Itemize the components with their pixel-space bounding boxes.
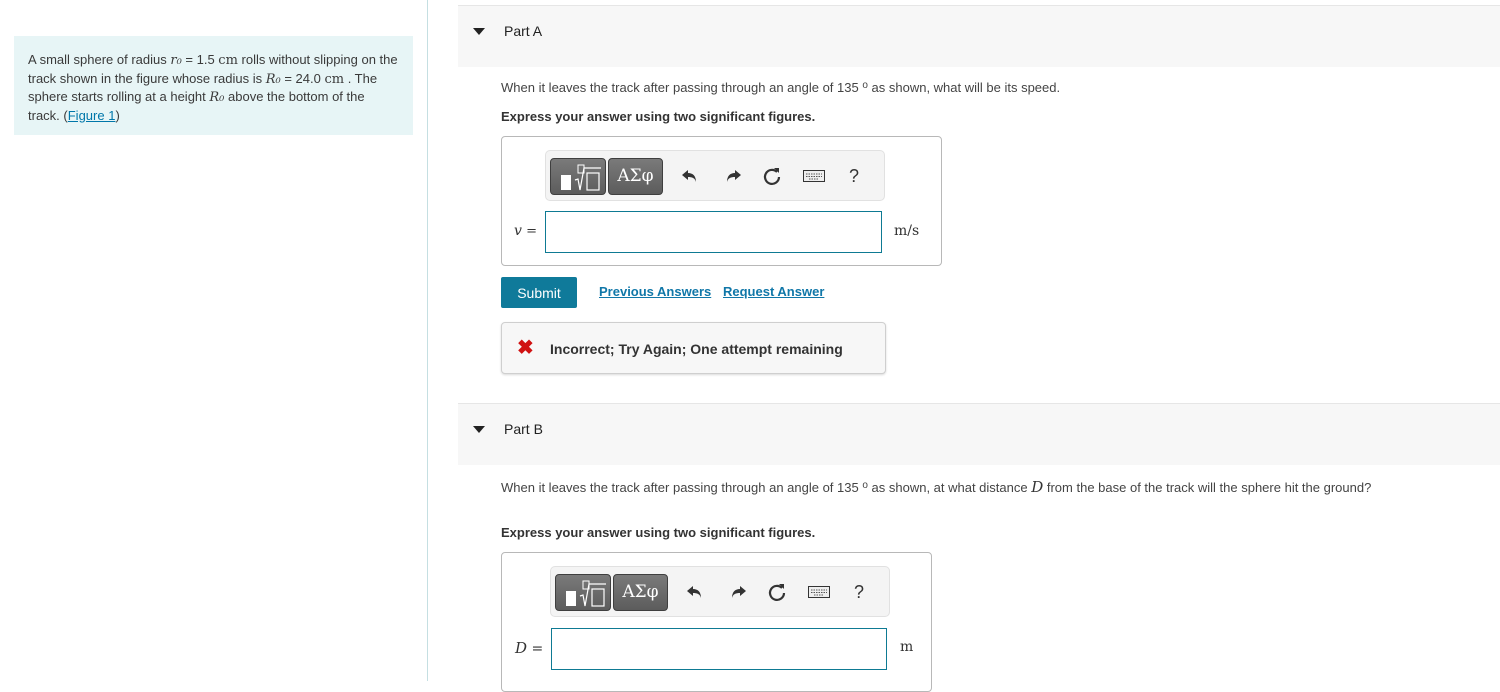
undo-icon[interactable] <box>678 164 702 188</box>
part-a-answer-box: ΑΣφ ? v = m/s <box>501 136 942 266</box>
variable-label: v = <box>514 223 537 239</box>
reset-icon[interactable] <box>760 164 784 188</box>
templates-icon <box>566 580 606 607</box>
part-b-header[interactable]: Part B <box>458 403 1500 465</box>
intro-text: A small sphere of radius <box>28 52 171 67</box>
part-b-answer-box: ΑΣφ ? D = m <box>501 552 932 692</box>
help-button[interactable]: ? <box>842 164 866 188</box>
collapse-caret-icon[interactable] <box>473 426 485 433</box>
distance-answer-input[interactable] <box>551 628 887 670</box>
submit-button[interactable]: Submit <box>501 277 577 308</box>
question-text: When it leaves the track after passing t… <box>501 80 863 95</box>
reset-icon[interactable] <box>765 580 789 604</box>
undo-icon[interactable] <box>683 580 707 604</box>
variable-symbol: v <box>514 223 522 239</box>
templates-icon <box>561 164 601 191</box>
R0-symbol: R₀ <box>265 71 281 87</box>
speed-answer-input[interactable] <box>545 211 882 253</box>
intro-text: = 24.0 <box>280 70 325 86</box>
redo-icon[interactable] <box>726 580 750 604</box>
intro-text: ) <box>115 107 120 123</box>
incorrect-x-icon: ✖ <box>517 337 534 359</box>
variable-label: D = <box>515 639 543 657</box>
left-column: A small sphere of radius r₀ = 1.5 cm rol… <box>0 0 428 681</box>
variable-symbol: D <box>515 639 528 657</box>
part-b-title: Part B <box>504 421 543 437</box>
part-b-instruction: Express your answer using two significan… <box>501 525 816 540</box>
feedback-message-box: ✖ Incorrect; Try Again; One attempt rema… <box>501 322 886 374</box>
intro-text: = 1.5 <box>181 52 219 67</box>
figure-link[interactable]: Figure 1 <box>68 108 116 123</box>
equals-sign: = <box>526 224 537 239</box>
variable-d: D <box>1031 478 1044 496</box>
question-text: as shown, what will be its speed. <box>867 80 1061 95</box>
greek-symbols-button[interactable]: ΑΣφ <box>608 158 663 195</box>
templates-button[interactable] <box>550 158 606 195</box>
greek-symbols-button[interactable]: ΑΣφ <box>613 574 668 611</box>
part-a-instruction: Express your answer using two significan… <box>501 109 816 124</box>
math-toolbar: ΑΣφ ? <box>550 566 890 617</box>
question-text: as shown, at what distance <box>867 480 1032 495</box>
collapse-caret-icon[interactable] <box>473 28 485 35</box>
part-a-question: When it leaves the track after passing t… <box>501 80 1060 95</box>
part-b-question: When it leaves the track after passing t… <box>501 478 1371 496</box>
redo-icon[interactable] <box>721 164 745 188</box>
unit-label: m <box>900 639 914 655</box>
part-a-header[interactable]: Part A <box>458 5 1500 67</box>
equals-sign: = <box>531 641 544 657</box>
help-button[interactable]: ? <box>847 580 871 604</box>
keyboard-icon[interactable] <box>802 164 826 188</box>
previous-answers-link[interactable]: Previous Answers <box>599 284 711 299</box>
unit-cm: cm <box>324 71 345 87</box>
keyboard-icon[interactable] <box>807 580 831 604</box>
question-text: When it leaves the track after passing t… <box>501 480 863 495</box>
question-text: from the base of the track will the sphe… <box>1043 480 1372 495</box>
templates-button[interactable] <box>555 574 611 611</box>
request-answer-link[interactable]: Request Answer <box>723 284 824 299</box>
math-toolbar: ΑΣφ ? <box>545 150 885 201</box>
part-a-title: Part A <box>504 23 543 39</box>
r0-symbol: r₀ <box>170 53 182 68</box>
R0-symbol: R₀ <box>209 90 225 105</box>
unit-cm: cm <box>218 53 238 68</box>
problem-intro: A small sphere of radius r₀ = 1.5 cm rol… <box>14 36 413 135</box>
feedback-text: Incorrect; Try Again; One attempt remain… <box>550 341 843 357</box>
unit-label: m/s <box>894 223 920 239</box>
